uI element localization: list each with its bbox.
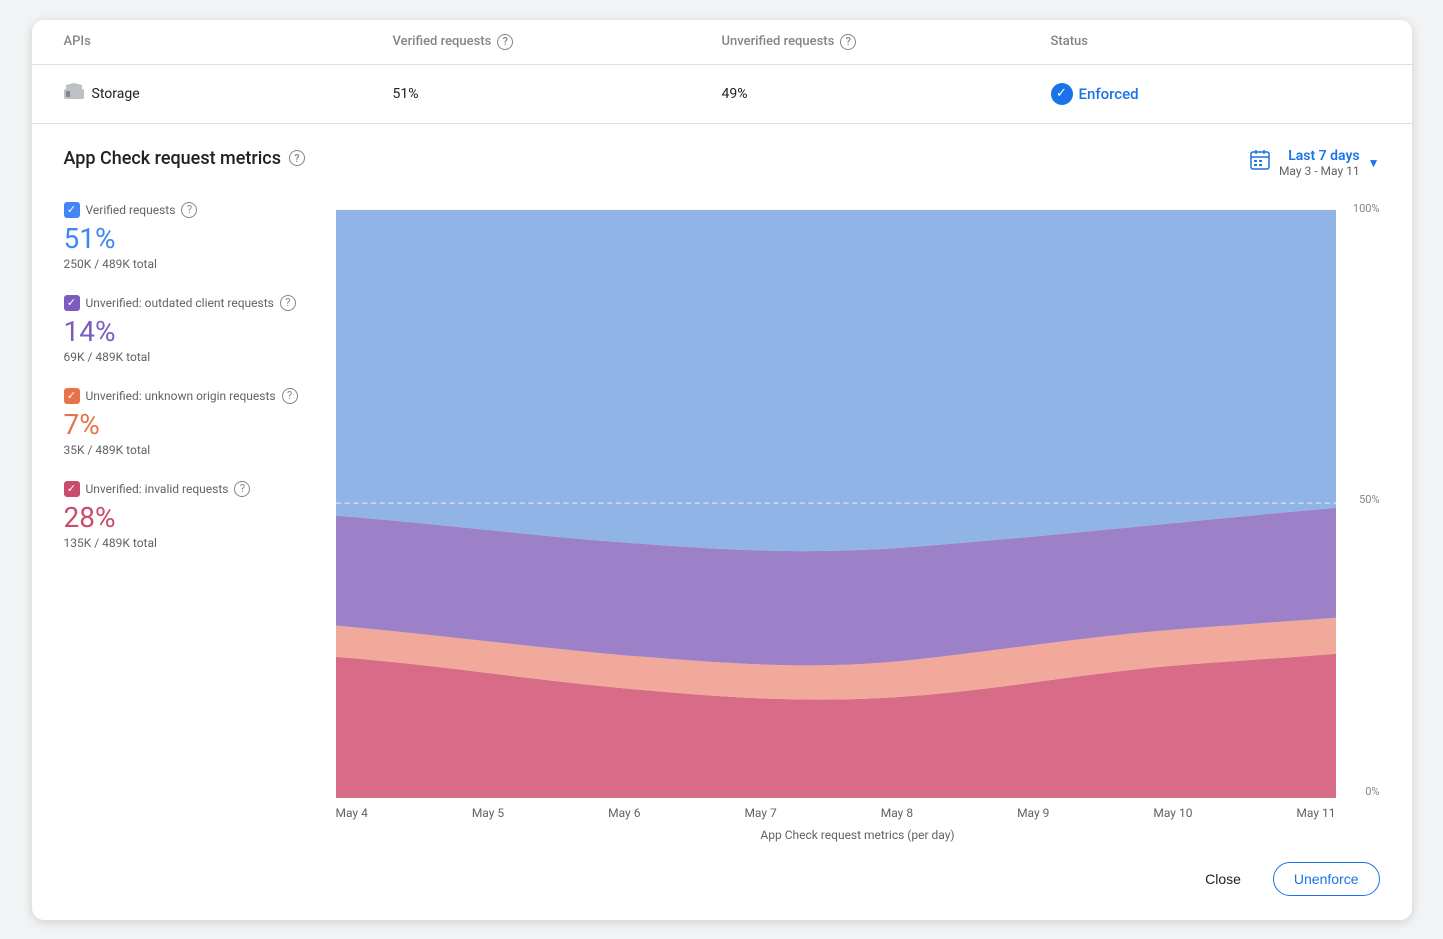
legend-help-unknown[interactable]: ? xyxy=(282,388,298,404)
legend-help-outdated[interactable]: ? xyxy=(280,295,296,311)
metrics-header: App Check request metrics ? xyxy=(64,148,1380,178)
legend-checkbox-invalid[interactable]: ✓ xyxy=(64,481,80,497)
table-header: APIs Verified requests ? Unverified requ… xyxy=(32,20,1412,65)
legend-percent-invalid: 28% xyxy=(64,501,304,534)
legend-item-invalid: ✓ Unverified: invalid requests ? 28% 135… xyxy=(64,481,304,550)
enforced-check-icon: ✓ xyxy=(1051,83,1073,105)
x-label: May 8 xyxy=(881,806,913,820)
dropdown-arrow-icon: ▼ xyxy=(1368,156,1380,170)
calendar-icon xyxy=(1249,149,1271,176)
legend-checkbox-unknown[interactable]: ✓ xyxy=(64,388,80,404)
storage-status-cell: ✓ Enforced xyxy=(1051,83,1380,105)
unverified-label: Unverified requests xyxy=(722,34,835,49)
unenforce-button[interactable]: Unenforce xyxy=(1273,862,1380,896)
date-selector[interactable]: Last 7 days May 3 - May 11 ▼ xyxy=(1249,148,1380,178)
y-label-100: 100% xyxy=(1340,202,1380,215)
enforced-badge: ✓ Enforced xyxy=(1051,83,1139,105)
enforced-label: Enforced xyxy=(1079,85,1139,103)
legend-item-outdated: ✓ Unverified: outdated client requests ?… xyxy=(64,295,304,364)
verified-help-icon[interactable]: ? xyxy=(497,34,513,50)
y-axis-labels: 100% 50% 0% xyxy=(1340,202,1380,798)
chart-legend: ✓ Verified requests ? 51% 250K / 489K to… xyxy=(64,202,304,846)
legend-sub-outdated: 69K / 489K total xyxy=(64,350,304,364)
x-label: May 10 xyxy=(1153,806,1192,820)
col-apis: APIs xyxy=(64,34,393,50)
unverified-help-icon[interactable]: ? xyxy=(840,34,856,50)
col-unverified: Unverified requests ? xyxy=(722,34,1051,50)
legend-label-unknown: ✓ Unverified: unknown origin requests ? xyxy=(64,388,304,404)
legend-sub-unknown: 35K / 489K total xyxy=(64,443,304,457)
legend-percent-unknown: 7% xyxy=(64,408,304,441)
storage-unverified-pct: 49% xyxy=(722,86,1051,102)
date-range-label: Last 7 days xyxy=(1288,148,1359,164)
metrics-title: App Check request metrics xyxy=(64,148,281,169)
x-label: May 4 xyxy=(336,806,368,820)
close-button[interactable]: Close xyxy=(1185,863,1261,895)
x-label: May 7 xyxy=(744,806,776,820)
x-label: May 11 xyxy=(1296,806,1335,820)
chart-svg-wrapper: 100% 50% 0% xyxy=(336,202,1380,798)
storage-verified-pct: 51% xyxy=(393,86,722,102)
legend-percent-outdated: 14% xyxy=(64,315,304,348)
main-card: APIs Verified requests ? Unverified requ… xyxy=(32,20,1412,920)
y-label-50: 50% xyxy=(1340,493,1380,506)
legend-item-unknown: ✓ Unverified: unknown origin requests ? … xyxy=(64,388,304,457)
col-verified: Verified requests ? xyxy=(393,34,722,50)
x-axis-labels: May 4 May 5 May 6 May 7 May 8 May 9 May 10 May … xyxy=(336,802,1380,820)
legend-label-outdated: ✓ Unverified: outdated client requests ? xyxy=(64,295,304,311)
apis-label: APIs xyxy=(64,34,91,49)
x-label: May 5 xyxy=(472,806,504,820)
chart-area: ✓ Verified requests ? 51% 250K / 489K to… xyxy=(64,202,1380,846)
legend-help-verified[interactable]: ? xyxy=(181,202,197,218)
actions-row: Close Unenforce xyxy=(32,846,1412,920)
date-range-text: Last 7 days May 3 - May 11 xyxy=(1279,148,1360,178)
storage-row: Storage 51% 49% ✓ Enforced xyxy=(32,65,1412,124)
verified-label: Verified requests xyxy=(393,34,492,49)
legend-label-verified: ✓ Verified requests ? xyxy=(64,202,304,218)
legend-sub-invalid: 135K / 489K total xyxy=(64,536,304,550)
legend-percent-verified: 51% xyxy=(64,222,304,255)
metrics-help-icon[interactable]: ? xyxy=(289,150,305,166)
legend-label-invalid: ✓ Unverified: invalid requests ? xyxy=(64,481,304,497)
storage-name: Storage xyxy=(92,86,140,102)
y-label-0: 0% xyxy=(1340,785,1380,798)
legend-checkbox-verified[interactable]: ✓ xyxy=(64,202,80,218)
legend-sub-verified: 250K / 489K total xyxy=(64,257,304,271)
storage-name-cell: Storage xyxy=(64,83,393,104)
legend-checkbox-outdated[interactable]: ✓ xyxy=(64,295,80,311)
metrics-title-row: App Check request metrics ? xyxy=(64,148,305,169)
x-label: May 9 xyxy=(1017,806,1049,820)
legend-item-verified: ✓ Verified requests ? 51% 250K / 489K to… xyxy=(64,202,304,271)
chart-container: 100% 50% 0% May 4May 5May 6May 7May 8May… xyxy=(336,202,1380,846)
status-label: Status xyxy=(1051,34,1088,49)
x-label: May 6 xyxy=(608,806,640,820)
legend-help-invalid[interactable]: ? xyxy=(234,481,250,497)
col-status: Status xyxy=(1051,34,1380,50)
date-range-sub: May 3 - May 11 xyxy=(1279,164,1360,178)
chart-x-axis-title: App Check request metrics (per day) xyxy=(336,820,1380,846)
metrics-section: App Check request metrics ? xyxy=(32,124,1412,846)
storage-icon xyxy=(64,83,84,104)
